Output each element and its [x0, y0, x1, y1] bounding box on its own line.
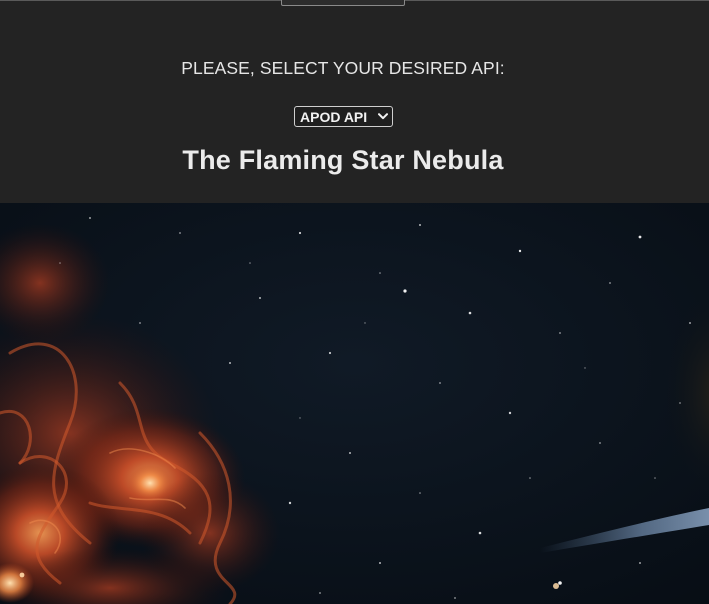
apod-image [0, 203, 709, 604]
api-select[interactable]: APOD API [294, 106, 393, 127]
app-page: PLEASE, SELECT YOUR DESIRED API: APOD AP… [0, 0, 709, 604]
apod-title: The Flaming Star Nebula [182, 145, 504, 175]
api-select-value: APOD API [300, 108, 368, 125]
header: PLEASE, SELECT YOUR DESIRED API: APOD AP… [0, 0, 709, 203]
top-control-fragment[interactable] [281, 0, 405, 6]
api-prompt-label: PLEASE, SELECT YOUR DESIRED API: [181, 58, 505, 78]
chevron-down-icon [375, 107, 391, 126]
nebula-photo [0, 203, 709, 604]
